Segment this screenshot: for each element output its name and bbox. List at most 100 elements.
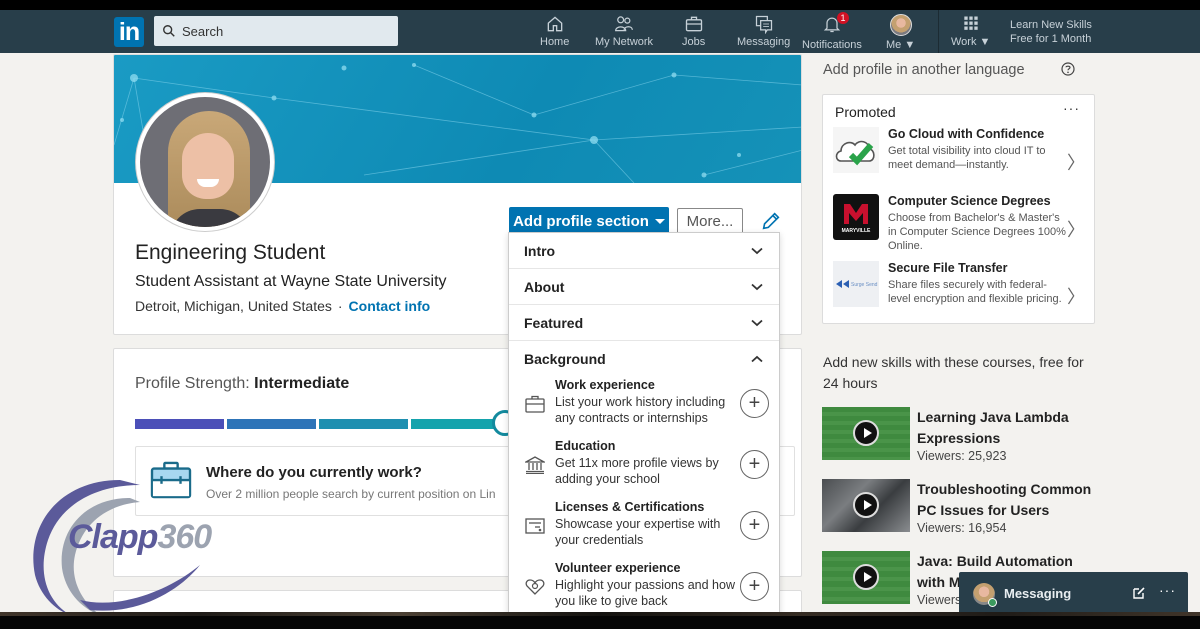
course-viewers: Viewers bbox=[917, 593, 962, 607]
nav-notifications[interactable]: 1 Notifications bbox=[802, 12, 862, 52]
profile-name: Engineering Student bbox=[135, 241, 326, 264]
nav-messaging[interactable]: Messaging bbox=[737, 14, 790, 52]
add-licenses-button[interactable]: + bbox=[740, 511, 769, 540]
nav-work[interactable]: Work ▼ bbox=[951, 14, 990, 52]
strength-meter-segment bbox=[319, 419, 408, 429]
dropdown-featured[interactable]: Featured bbox=[509, 305, 779, 341]
top-nav: in Home My Network Jobs Messaging 1 Noti… bbox=[0, 10, 1200, 53]
course-item[interactable]: Learning Java Lambda Expressions Viewers… bbox=[822, 407, 1102, 463]
clapp360-watermark: Clapp360 bbox=[68, 518, 212, 557]
briefcase-icon bbox=[685, 16, 702, 32]
watermark-part1: Clapp bbox=[68, 518, 158, 556]
profile-photo[interactable] bbox=[136, 93, 274, 231]
contact-info-link[interactable]: Contact info bbox=[349, 298, 431, 314]
ad-desc: Choose from Bachelor's & Master's in Com… bbox=[888, 212, 1066, 252]
ad-title: Computer Science Degrees bbox=[888, 194, 1051, 208]
play-icon[interactable] bbox=[853, 420, 879, 446]
profile-strength-label: Profile Strength: bbox=[135, 375, 255, 392]
search-input[interactable] bbox=[182, 23, 382, 39]
more-options-icon[interactable]: ··· bbox=[1159, 582, 1176, 598]
course-viewers: Viewers: 25,923 bbox=[917, 449, 1007, 463]
strength-meter-segment bbox=[135, 419, 224, 429]
nav-my-network[interactable]: My Network bbox=[595, 14, 653, 52]
play-icon[interactable] bbox=[853, 492, 879, 518]
dropdown-background[interactable]: Background bbox=[509, 341, 779, 377]
ad-item[interactable]: Surge Send Secure File Transfer Share fi… bbox=[833, 261, 1089, 317]
nav-jobs-label: Jobs bbox=[682, 36, 706, 48]
ad-item[interactable]: Go Cloud with Confidence Get total visib… bbox=[833, 127, 1089, 183]
add-work-experience-button[interactable]: + bbox=[740, 389, 769, 418]
promoted-card: Promoted ··· Go Cloud with Confidence Ge… bbox=[822, 94, 1095, 324]
messaging-icon bbox=[755, 15, 772, 34]
add-volunteer-button[interactable]: + bbox=[740, 572, 769, 601]
volunteer-desc: Highlight your passions and how you like… bbox=[555, 577, 735, 609]
strength-meter-segment bbox=[227, 419, 316, 429]
learn-skills-link[interactable]: Learn New Skills Free for 1 Month bbox=[1010, 18, 1092, 46]
dropdown-licenses[interactable]: Licenses & Certifications Showcase your … bbox=[509, 499, 779, 560]
briefcase-icon bbox=[150, 461, 192, 499]
profile-location-row: Detroit, Michigan, United States · Contact… bbox=[135, 298, 430, 314]
learn-line-1: Learn New Skills bbox=[1010, 19, 1092, 31]
nav-notifications-label: Notifications bbox=[802, 39, 862, 51]
dropdown-background-label: Background bbox=[524, 351, 606, 367]
online-status-icon bbox=[988, 598, 997, 607]
nav-me-label: Me bbox=[886, 39, 902, 51]
nav-jobs[interactable]: Jobs bbox=[682, 14, 705, 52]
nav-me[interactable]: Me ▼ bbox=[886, 14, 915, 52]
dropdown-about-label: About bbox=[524, 278, 565, 295]
course-item[interactable]: Troubleshooting Common PC Issues for Use… bbox=[822, 479, 1102, 535]
caret-down-icon: ▼ bbox=[904, 39, 916, 51]
course-title: Troubleshooting Common PC Issues for Use… bbox=[917, 481, 1092, 518]
watermark-part2: 360 bbox=[157, 518, 212, 556]
nav-home[interactable]: Home bbox=[540, 14, 569, 52]
maryville-logo-text: MARYVILLE bbox=[842, 228, 871, 234]
add-education-button[interactable]: + bbox=[740, 450, 769, 479]
add-profile-section-button[interactable]: Add profile section bbox=[509, 207, 669, 235]
more-button[interactable]: More... bbox=[677, 208, 743, 234]
nav-divider bbox=[938, 10, 939, 53]
dropdown-about[interactable]: About bbox=[509, 269, 779, 305]
chevron-down-icon bbox=[751, 319, 763, 326]
search-box[interactable] bbox=[154, 16, 398, 46]
linkedin-logo[interactable]: in bbox=[114, 17, 144, 47]
courses-header: Add new skills with these courses, free … bbox=[823, 354, 1084, 391]
messaging-bar[interactable]: Messaging ··· bbox=[959, 572, 1188, 615]
network-icon bbox=[615, 16, 633, 32]
chevron-right-icon: 〉 bbox=[1067, 287, 1085, 307]
add-profile-section-label: Add profile section bbox=[513, 212, 649, 230]
plus-icon: + bbox=[748, 514, 761, 537]
add-language-profile-link[interactable]: Add profile in another language bbox=[823, 62, 1025, 78]
strength-meter-segment bbox=[411, 419, 500, 429]
ad-item[interactable]: MARYVILLE Computer Science Degrees Choos… bbox=[833, 194, 1089, 254]
dropdown-education[interactable]: Education Get 11x more profile views by … bbox=[509, 438, 779, 499]
caret-down-icon bbox=[654, 218, 665, 224]
nav-work-label: Work bbox=[951, 36, 977, 48]
search-icon bbox=[163, 25, 175, 37]
add-profile-section-dropdown: Intro About Featured Background Work exp… bbox=[508, 232, 780, 615]
surge-send-logo: Surge Send bbox=[833, 261, 879, 307]
avatar bbox=[889, 14, 912, 36]
play-icon[interactable] bbox=[853, 564, 879, 590]
ad-title: Secure File Transfer bbox=[888, 261, 1008, 275]
help-icon[interactable] bbox=[1061, 62, 1075, 76]
profile-strength-level: Intermediate bbox=[254, 375, 350, 392]
plus-icon: + bbox=[748, 453, 761, 476]
dropdown-featured-label: Featured bbox=[524, 314, 584, 331]
promoted-label: Promoted bbox=[835, 104, 896, 120]
notification-badge: 1 bbox=[836, 12, 849, 24]
ad-desc: Share files securely with federal-level … bbox=[888, 279, 1062, 305]
nav-work-label-wrap: Work ▼ bbox=[951, 36, 990, 48]
course-title: Learning Java Lambda Expressions bbox=[917, 409, 1069, 446]
dropdown-work-experience[interactable]: Work experience List your work history i… bbox=[509, 377, 779, 438]
more-options-icon[interactable]: ··· bbox=[1063, 100, 1080, 116]
screen: in Home My Network Jobs Messaging 1 Noti… bbox=[0, 10, 1200, 615]
caret-down-icon: ▼ bbox=[979, 36, 991, 48]
current-work-question: Where do you currently work? bbox=[206, 464, 422, 481]
compose-icon[interactable] bbox=[1132, 586, 1146, 600]
chevron-right-icon: 〉 bbox=[1067, 220, 1085, 240]
screen-bottom-edge bbox=[0, 612, 1200, 629]
plus-icon: + bbox=[748, 575, 761, 598]
edit-pencil-icon[interactable] bbox=[760, 210, 782, 232]
dropdown-volunteer[interactable]: Volunteer experience Highlight your pass… bbox=[509, 560, 779, 615]
dropdown-intro[interactable]: Intro bbox=[509, 233, 779, 269]
